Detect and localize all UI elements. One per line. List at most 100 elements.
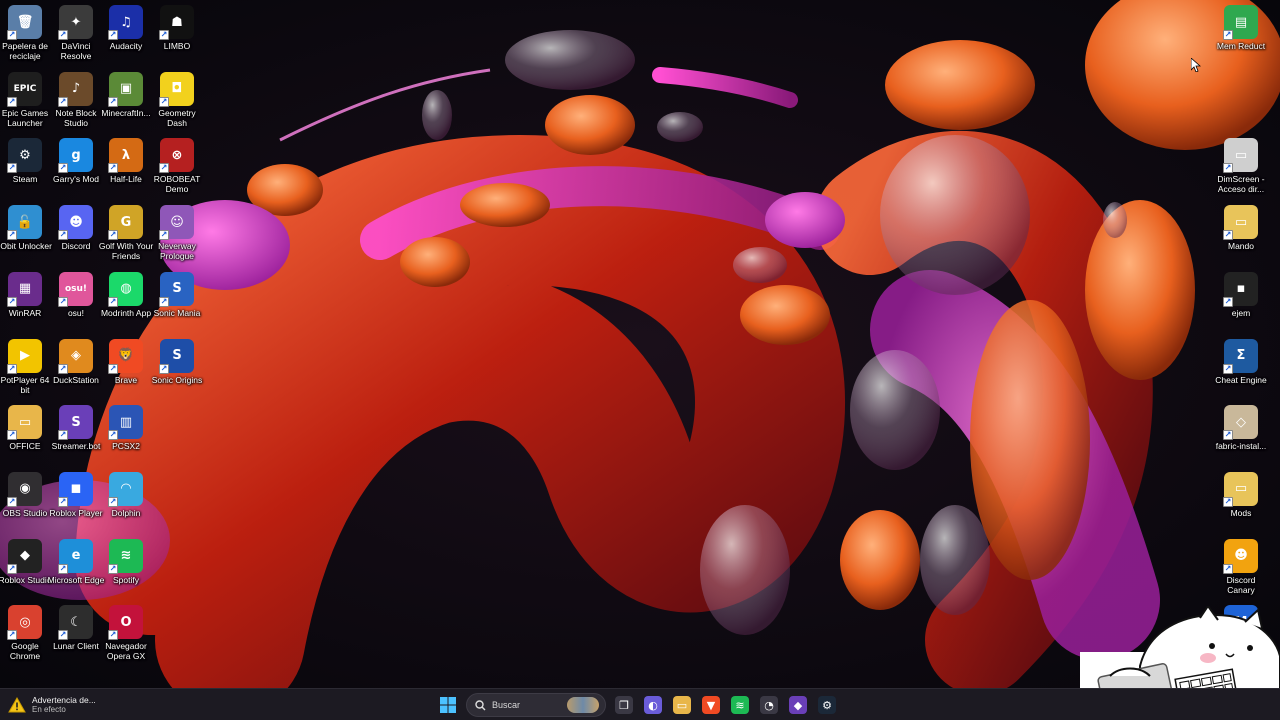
desktop-icon-label: Discord Canary: [1226, 574, 1256, 595]
desktop-icon-osu[interactable]: osu! ↗ osu!: [51, 269, 101, 336]
minecraft-installer-icon: ▣ ↗: [108, 71, 143, 107]
mando-folder-icon: ▭ ↗: [1223, 205, 1258, 241]
limbo-icon: ☗ ↗: [159, 5, 194, 40]
desktop-icon-cheat-engine[interactable]: Σ ↗ Cheat Engine: [1215, 336, 1267, 403]
warning-subtitle: En efecto: [32, 705, 66, 714]
brave-taskbar-button[interactable]: ▼: [699, 693, 723, 717]
desktop-icon-geometry-dash[interactable]: ◘ ↗ Geometry Dash: [152, 69, 202, 136]
desktop-icon-label: Google Chrome: [9, 641, 41, 662]
desktop-icon-label: Roblox Studio: [0, 574, 52, 585]
shortcut-arrow-icon: ↗: [58, 430, 68, 441]
desktop-icon-roblox-player[interactable]: ◼ ↗ Roblox Player: [50, 469, 102, 536]
desktop-icon-winrar[interactable]: ▦ ↗ WinRAR: [0, 269, 50, 336]
desktop-icon-sonic-mania[interactable]: S ↗ Sonic Mania: [152, 269, 202, 336]
desktop-icon-label: Brave: [114, 374, 138, 385]
desktop-icon-streamerbot[interactable]: S ↗ Streamer.bot: [51, 402, 101, 469]
desktop-icon-steam[interactable]: ⚙ ↗ Steam: [0, 135, 50, 202]
desktop-icon-discord-canary[interactable]: ☻ ↗ Discord Canary: [1216, 536, 1266, 603]
shortcut-arrow-icon: ↗: [7, 96, 17, 107]
desktop-icon-dolphin[interactable]: ◠ ↗ Dolphin: [101, 469, 151, 536]
garrys-mod-icon: g ↗: [58, 138, 93, 174]
desktop-icon-label: Sonic Mania: [153, 307, 201, 318]
shortcut-arrow-icon: ↗: [58, 296, 68, 307]
davinci-resolve-icon: ✦ ↗: [58, 5, 93, 40]
desktop-icon-davinci-resolve[interactable]: ✦ ↗ DaVinci Resolve: [51, 2, 101, 69]
roblox-studio-icon: ◆ ↗: [7, 538, 42, 574]
desktop-icon-obs-studio[interactable]: ◉ ↗ OBS Studio: [0, 469, 50, 536]
desktop-icon-garrys-mod[interactable]: g ↗ Garry's Mod: [51, 135, 101, 202]
shortcut-arrow-icon: ↗: [108, 296, 118, 307]
desktop-icon-label: Audacity: [109, 41, 143, 51]
spotify-taskbar-button[interactable]: ≋: [728, 693, 752, 717]
desktop-icon-spotify[interactable]: ≋ ↗ Spotify: [101, 536, 151, 603]
robobeat-demo-icon: ⊗ ↗: [159, 138, 194, 174]
task-view-icon: ❐: [615, 696, 633, 714]
shortcut-arrow-icon: ↗: [108, 496, 118, 507]
desktop-icon-microsoft-edge[interactable]: e ↗ Microsoft Edge: [48, 536, 104, 603]
desktop-icon-label: Steam: [12, 174, 38, 185]
shortcut-arrow-icon: ↗: [58, 163, 68, 174]
shortcut-arrow-icon: ↗: [108, 563, 118, 574]
desktop-icon-potplayer[interactable]: ▶ ↗ PotPlayer 64 bit: [0, 336, 50, 403]
desktop-icon-note-block-studio[interactable]: ♪ ↗ Note Block Studio: [51, 69, 101, 136]
steam-taskbar-button[interactable]: ⚙: [815, 693, 839, 717]
warning-title: Advertencia de...: [32, 695, 96, 705]
desktop-icon-mem-reduct[interactable]: ▤ ↗ Mem Reduct: [1216, 2, 1266, 69]
shortcut-arrow-icon: ↗: [1223, 30, 1233, 40]
task-view-button[interactable]: ❐: [612, 693, 636, 717]
desktop-icon-minecraft-installer[interactable]: ▣ ↗ MinecraftIn...: [101, 69, 151, 136]
desktop-icon-limbo[interactable]: ☗ ↗ LIMBO: [152, 2, 202, 69]
desktop-icon-label: MinecraftIn...: [101, 107, 151, 118]
desktop-icon-duckstation[interactable]: ◈ ↗ DuckStation: [51, 336, 101, 403]
desktop-icon-sonic-origins[interactable]: S ↗ Sonic Origins: [152, 336, 202, 403]
desktop-icon-ejem[interactable]: ▪ ↗ ejem: [1216, 269, 1266, 336]
desktop-icon-epic-games[interactable]: EPIC ↗ Epic Games Launcher: [0, 69, 50, 136]
desktop-icon-mando-folder[interactable]: ▭ ↗ Mando: [1216, 202, 1266, 269]
desktop-icon-half-life[interactable]: λ ↗ Half-Life: [101, 135, 151, 202]
desktop-icon-brave[interactable]: 🦁 ↗ Brave: [101, 336, 151, 403]
weather-warning-widget[interactable]: Advertencia de... En efecto: [8, 692, 96, 718]
streamerbot-taskbar-button[interactable]: ◆: [786, 693, 810, 717]
spotify-icon: ≋ ↗: [108, 538, 143, 574]
desktop-icon-golf-with-friends[interactable]: G ↗ Golf With Your Friends: [99, 202, 153, 269]
steam-client-button[interactable]: ◔: [757, 693, 781, 717]
roblox-player-icon: ◼ ↗: [58, 471, 93, 507]
file-explorer-button[interactable]: ▭: [670, 693, 694, 717]
desktop-icon-dimscreen[interactable]: ▭ ↗ DimScreen - Acceso dir...: [1216, 135, 1266, 202]
desktop-icon-office-folder[interactable]: ▭ ↗ OFFICE: [0, 402, 50, 469]
desktop-icon-fabric-installer[interactable]: ◇ ↗ fabric-instal...: [1216, 402, 1266, 469]
shortcut-arrow-icon: ↗: [58, 630, 68, 641]
desktop-icon-neverway-prologue[interactable]: ☺ ↗ Neverway Prologue: [152, 202, 202, 269]
desktop-icon-label: ejem: [1231, 307, 1251, 318]
windows-logo-icon: [440, 697, 456, 713]
desktop-icon-label: Epic Games Launcher: [1, 107, 49, 128]
desktop-icon-mods-folder[interactable]: ▭ ↗ Mods: [1216, 469, 1266, 536]
steam-icon: ⚙ ↗: [7, 138, 42, 174]
desktop-icon-roblox-studio[interactable]: ◆ ↗ Roblox Studio: [0, 536, 51, 603]
shortcut-arrow-icon: ↗: [159, 363, 169, 374]
desktop-icon-robobeat-demo[interactable]: ⊗ ↗ ROBOBEAT Demo: [152, 135, 202, 202]
desktop-icon-label: Neverway Prologue: [158, 241, 196, 262]
copilot-button[interactable]: ◐: [641, 693, 665, 717]
desktop-icon-google-chrome[interactable]: ◎ ↗ Google Chrome: [0, 602, 50, 669]
shortcut-arrow-icon: ↗: [159, 30, 169, 40]
shortcut-arrow-icon: ↗: [58, 30, 68, 40]
fabric-installer-icon: ◇ ↗: [1223, 405, 1258, 441]
shortcut-arrow-icon: ↗: [58, 363, 68, 374]
desktop-icon-audacity[interactable]: ♫ ↗ Audacity: [101, 2, 151, 69]
desktop-icon-lunar-client[interactable]: ☾ ↗ Lunar Client: [51, 602, 101, 669]
desktop-icon-opera-gx[interactable]: O ↗ Navegador Opera GX: [101, 602, 151, 669]
shortcut-arrow-icon: ↗: [7, 563, 17, 574]
iobit-unlocker-icon: 🔓 ↗: [7, 205, 42, 241]
desktop-icon-label: PotPlayer 64 bit: [0, 374, 50, 395]
taskbar-search-box[interactable]: Buscar: [466, 693, 606, 717]
desktop-icon-iobit-unlocker[interactable]: 🔓 ↗ IObit Unlocker: [0, 202, 52, 269]
start-button[interactable]: [436, 693, 460, 717]
desktop-icon-pcsx2[interactable]: ▥ ↗ PCSX2: [101, 402, 151, 469]
taskbar-center: Buscar ❐ ◐ ▭ ▼ ≋ ◔ ◆ ⚙: [436, 693, 839, 717]
desktop-icon-modrinth-app[interactable]: ◍ ↗ Modrinth App: [101, 269, 151, 336]
desktop-icon-discord[interactable]: ☻ ↗ Discord: [51, 202, 101, 269]
desktop-icon-recycle-bin[interactable]: 🗑 ↗ Papelera de reciclaje: [0, 2, 50, 69]
desktop-icon-label: Cheat Engine: [1215, 374, 1267, 385]
spotify-taskbar-icon: ≋: [731, 696, 749, 714]
